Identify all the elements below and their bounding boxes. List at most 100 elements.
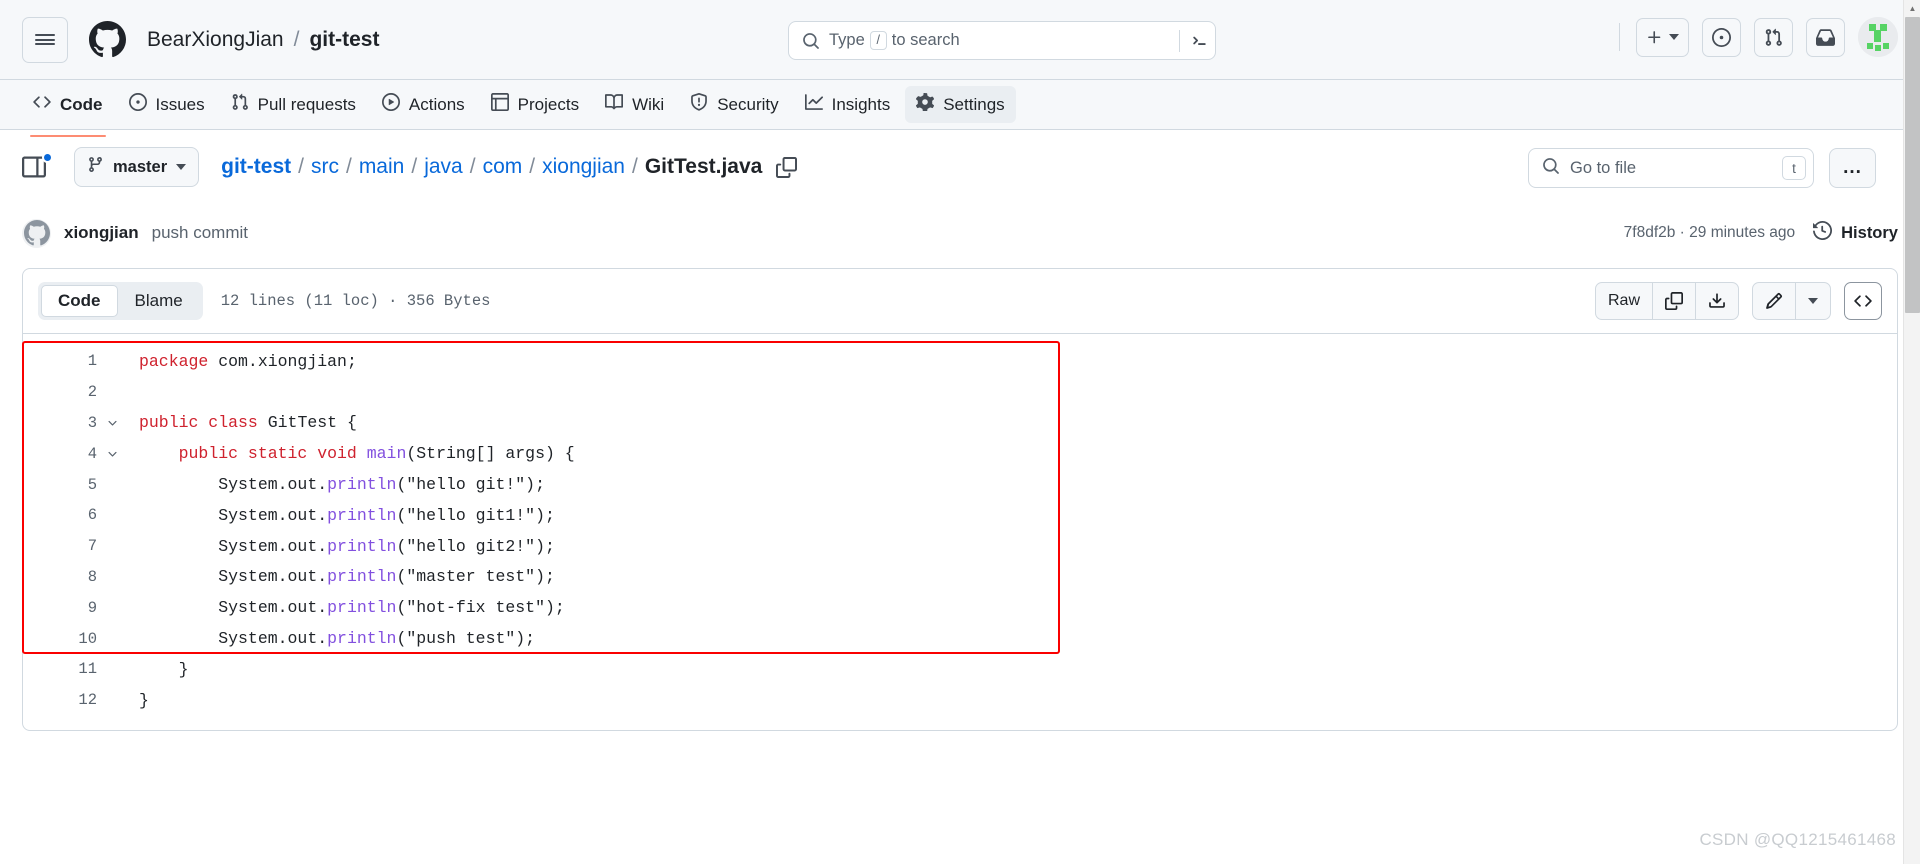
file-content-header: Code Blame 12 lines (11 loc) · 356 Bytes… [23,269,1897,334]
code-line-content: System.out.println("hot-fix test"); [139,598,565,618]
line-number[interactable]: 2 [23,383,101,401]
breadcrumb-dir-java[interactable]: java [424,155,463,179]
tab-code[interactable]: Code [22,86,114,137]
tab-security[interactable]: Security [679,86,789,123]
tab-blame-view[interactable]: Blame [118,285,200,317]
tab-projects[interactable]: Projects [480,86,590,123]
path-row: master git-test / src / main / java / co… [22,130,1898,204]
tab-label: Issues [155,94,205,114]
scrollbar-thumb[interactable] [1905,17,1920,313]
page-scrollbar[interactable]: ▲ [1903,0,1920,864]
edit-file-button[interactable] [1753,283,1796,319]
breadcrumb-separator: / [298,155,304,178]
search-input[interactable]: Type / to search [788,21,1216,60]
copy-path-button[interactable] [776,156,798,178]
tab-label: Insights [831,94,891,114]
breadcrumb-separator: / [411,155,418,178]
line-number[interactable]: 11 [23,660,101,678]
pull-requests-button[interactable] [1754,17,1793,57]
tab-label: Wiki [632,94,665,114]
header-divider [1619,23,1620,51]
line-number[interactable]: 12 [23,691,101,709]
code-line-content: public class GitTest { [139,413,357,433]
scrollbar-up-arrow[interactable]: ▲ [1904,0,1920,17]
code-line-content: System.out.println("master test"); [139,567,555,587]
go-to-file-shortcut-key: t [1782,156,1806,180]
breadcrumb-repo-link[interactable]: git-test [221,155,291,179]
line-number[interactable]: 3 [23,414,101,432]
tab-code-view[interactable]: Code [41,285,118,317]
breadcrumb-dir-main[interactable]: main [359,155,405,179]
breadcrumb-dir-com[interactable]: com [483,155,523,179]
branch-selector-button[interactable]: master [74,147,200,187]
code-lines: 1 package com.xiongjian; 2 3 public class Gi… [23,334,1897,730]
tab-insights[interactable]: Insights [794,86,902,123]
tab-wiki[interactable]: Wiki [594,86,675,123]
line-number[interactable]: 8 [23,568,101,586]
latest-commit-row: xiongjian push commit 7f8df2b · 29 minut… [22,204,1898,262]
issues-button[interactable] [1702,17,1741,57]
inbox-button[interactable] [1806,17,1845,57]
global-header: BearXiongJian / git-test Type / to searc… [0,0,1920,80]
code-icon [33,93,51,116]
play-icon [381,93,400,116]
tab-settings[interactable]: Settings [905,86,1016,123]
branch-name: master [113,157,168,176]
tab-pull-requests[interactable]: Pull requests [220,86,367,123]
file-path-breadcrumb: git-test / src / main / java / com / xio… [221,155,762,179]
navigation-menu-button[interactable] [22,16,68,63]
git-pull-request-icon [231,93,249,116]
code-line: 8 System.out.println("master test"); [23,562,1897,593]
global-search-wrapper: Type / to search [788,21,1216,60]
command-palette-icon[interactable] [1179,29,1209,52]
tab-label: Projects [517,94,580,114]
breadcrumb-dir-xiongjian[interactable]: xiongjian [542,155,625,179]
line-number[interactable]: 10 [23,630,101,648]
raw-button[interactable]: Raw [1596,283,1653,319]
edit-dropdown-button[interactable] [1796,283,1830,319]
code-line: 12} [23,685,1897,716]
file-stats: 12 lines (11 loc) · 356 Bytes [220,292,491,310]
line-number[interactable]: 5 [23,476,101,494]
github-logo[interactable] [89,21,126,58]
code-line: 10 System.out.println("push test"); [23,623,1897,654]
repo-owner-link[interactable]: BearXiongJian [147,28,284,52]
table-icon [490,93,509,116]
code-fold-chevron-icon[interactable] [101,447,123,460]
sidebar-toggle-button[interactable] [22,152,53,181]
code-line: 1 package com.xiongjian; [23,346,1897,377]
edit-file-group [1752,282,1831,320]
breadcrumb-separator: / [632,155,638,178]
commit-author-avatar[interactable] [22,218,51,248]
create-new-button[interactable] [1636,17,1689,57]
commit-sha-and-time[interactable]: 7f8df2b · 29 minutes ago [1624,224,1795,242]
history-button[interactable]: History [1813,220,1898,245]
download-raw-button[interactable] [1696,283,1738,319]
repo-name-link[interactable]: git-test [309,28,379,52]
code-line-content: } [139,659,189,679]
repository-nav: Code Issues Pull requests Actions Projec… [0,80,1920,137]
line-number[interactable]: 7 [23,537,101,555]
tab-issues[interactable]: Issues [118,86,216,123]
tab-actions[interactable]: Actions [371,86,476,123]
line-number[interactable]: 9 [23,599,101,617]
search-icon [1542,157,1560,180]
tab-label: Security [717,94,779,114]
code-line: 7 System.out.println("hello git2!"); [23,531,1897,562]
line-number[interactable]: 6 [23,506,101,524]
line-number[interactable]: 4 [23,445,101,463]
search-icon [802,32,820,50]
gear-icon [916,92,935,116]
go-to-file-input[interactable]: Go to file t [1528,148,1814,188]
search-placeholder: Type / to search [829,31,1175,50]
more-options-button[interactable]: ... [1829,148,1876,188]
commit-message[interactable]: push commit [152,223,248,243]
chevron-down-icon [1808,298,1818,304]
breadcrumb-dir-src[interactable]: src [311,155,339,179]
copy-raw-button[interactable] [1653,283,1696,319]
avatar[interactable] [1858,17,1898,57]
code-fold-chevron-icon[interactable] [101,416,123,429]
code-symbols-button[interactable] [1844,282,1882,320]
commit-author-name[interactable]: xiongjian [64,223,139,243]
line-number[interactable]: 1 [23,352,101,370]
